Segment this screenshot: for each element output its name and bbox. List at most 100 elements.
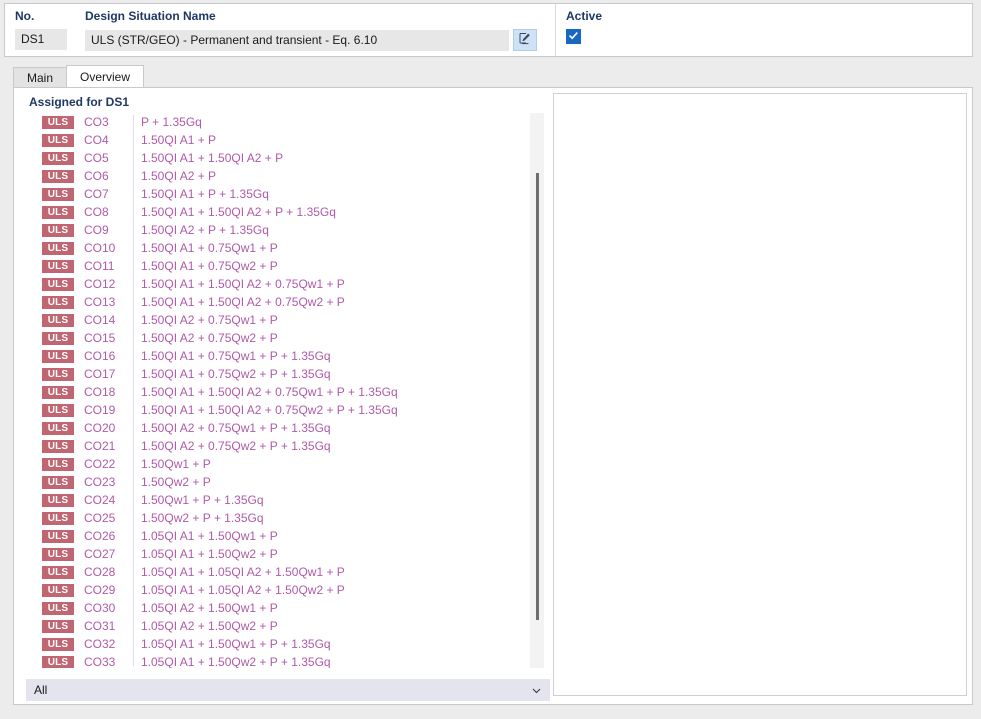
load-combination-formula: 1.50Qw2 + P + 1.35Gq xyxy=(141,511,264,525)
load-combination-formula: 1.50QI A2 + P xyxy=(141,169,216,183)
table-row[interactable]: ULSCO331.05QI A1 + 1.50Qw2 + P + 1.35Gq xyxy=(20,653,526,668)
details-panel xyxy=(553,93,967,696)
table-row[interactable]: ULSCO271.05QI A1 + 1.50Qw2 + P xyxy=(20,545,526,563)
limit-state-badge: ULS xyxy=(42,584,74,597)
check-icon xyxy=(568,30,579,44)
load-combination-formula: 1.50QI A1 + P + 1.35Gq xyxy=(141,187,269,201)
table-row[interactable]: ULSCO61.50QI A2 + P xyxy=(20,167,526,185)
table-row[interactable]: ULSCO111.50QI A1 + 0.75Qw2 + P xyxy=(20,257,526,275)
tab-main[interactable]: Main xyxy=(13,67,67,87)
assigned-rows: ULSCO3P + 1.35GqULSCO41.50QI A1 + PULSCO… xyxy=(20,113,526,668)
load-combination-id: CO6 xyxy=(84,169,136,183)
load-combination-formula: 1.05QI A1 + 1.50Qw2 + P xyxy=(141,547,278,561)
filter-value: All xyxy=(34,683,530,697)
table-row[interactable]: ULS CO15 1.50QI A2 + 0.75Qw2 + P xyxy=(20,329,526,347)
load-combination-id: CO33 xyxy=(84,655,136,668)
design-situation-name-field[interactable]: ULS (STR/GEO) - Permanent and transient … xyxy=(85,30,509,51)
load-combination-formula: 1.50QI A2 + 0.75Qw2 + P xyxy=(141,331,278,345)
load-combination-formula: 1.50QI A1 + 1.50QI A2 + P xyxy=(141,151,283,165)
table-row[interactable]: ULSCO301.05QI A2 + 1.50Qw1 + P xyxy=(20,599,526,617)
design-situation-name-label: Design Situation Name xyxy=(85,8,547,24)
table-row[interactable]: ULSCO91.50QI A2 + P + 1.35Gq xyxy=(20,221,526,239)
load-combination-id: CO29 xyxy=(84,583,136,597)
table-row[interactable]: ULSCO101.50QI A1 + 0.75Qw1 + P xyxy=(20,239,526,257)
scrollbar-thumb[interactable] xyxy=(536,173,539,620)
load-combination-id: CO7 xyxy=(84,187,136,201)
load-combination-id: CO16 xyxy=(84,349,136,363)
table-row[interactable]: ULSCO81.50QI A1 + 1.50QI A2 + P + 1.35Gq xyxy=(20,203,526,221)
chevron-down-icon xyxy=(530,684,542,696)
limit-state-badge: ULS xyxy=(42,494,74,507)
assigned-list-title: Assigned for DS1 xyxy=(20,93,544,113)
table-row[interactable]: ULSCO221.50Qw1 + P xyxy=(20,455,526,473)
load-combination-id: CO24 xyxy=(84,493,136,507)
table-row[interactable]: ULSCO131.50QI A1 + 1.50QI A2 + 0.75Qw2 +… xyxy=(20,293,526,311)
limit-state-badge: ULS xyxy=(42,368,74,381)
active-column: Active xyxy=(555,4,755,56)
load-combination-formula: 1.50QI A1 + 1.50QI A2 + 0.75Qw1 + P xyxy=(141,277,345,291)
load-combination-formula: 1.05QI A1 + 1.05QI A2 + 1.50Qw1 + P xyxy=(141,565,345,579)
load-combination-formula: 1.50QI A2 + 0.75Qw1 + P xyxy=(141,313,278,327)
load-combination-id: CO9 xyxy=(84,223,136,237)
limit-state-badge: ULS xyxy=(42,620,74,633)
table-row[interactable]: ULSCO211.50QI A2 + 0.75Qw2 + P + 1.35Gq xyxy=(20,437,526,455)
load-combination-id: CO13 xyxy=(84,295,136,309)
load-combination-id: CO19 xyxy=(84,403,136,417)
pencil-edit-icon xyxy=(518,32,532,49)
edit-button[interactable] xyxy=(513,29,537,51)
table-row[interactable]: ULSCO281.05QI A1 + 1.05QI A2 + 1.50Qw1 +… xyxy=(20,563,526,581)
load-combination-id: CO4 xyxy=(84,133,136,147)
load-combination-formula: 1.50QI A1 + 1.50QI A2 + P + 1.35Gq xyxy=(141,205,336,219)
table-row[interactable]: ULSCO201.50QI A2 + 0.75Qw1 + P + 1.35Gq xyxy=(20,419,526,437)
table-row[interactable]: ULSCO191.50QI A1 + 1.50QI A2 + 0.75Qw2 +… xyxy=(20,401,526,419)
load-combination-formula: P + 1.35Gq xyxy=(141,115,202,129)
table-row[interactable]: ULSCO181.50QI A1 + 1.50QI A2 + 0.75Qw1 +… xyxy=(20,383,526,401)
table-row[interactable]: ULSCO171.50QI A1 + 0.75Qw2 + P + 1.35Gq xyxy=(20,365,526,383)
load-combination-formula: 1.05QI A2 + 1.50Qw1 + P xyxy=(141,601,278,615)
load-combination-id: CO20 xyxy=(84,421,136,435)
table-row[interactable]: ULSCO121.50QI A1 + 1.50QI A2 + 0.75Qw1 +… xyxy=(20,275,526,293)
load-combination-id: CO25 xyxy=(84,511,136,525)
limit-state-badge: ULS xyxy=(42,278,74,291)
load-combination-formula: 1.50Qw1 + P + 1.35Gq xyxy=(141,493,264,507)
limit-state-badge: ULS xyxy=(42,332,74,345)
limit-state-badge: ULS xyxy=(42,638,74,651)
table-row[interactable]: ULSCO161.50QI A1 + 0.75Qw1 + P + 1.35Gq xyxy=(20,347,526,365)
tab-overview[interactable]: Overview xyxy=(66,65,144,87)
table-row[interactable]: ULS CO24 1.50Qw1 + P + 1.35Gq xyxy=(20,491,526,509)
table-row[interactable]: ULSCO291.05QI A1 + 1.05QI A2 + 1.50Qw2 +… xyxy=(20,581,526,599)
table-row[interactable]: ULSCO311.05QI A2 + 1.50Qw2 + P xyxy=(20,617,526,635)
limit-state-badge: ULS xyxy=(42,566,74,579)
limit-state-badge: ULS xyxy=(42,440,74,453)
load-combination-formula: 1.50QI A1 + 1.50QI A2 + 0.75Qw2 + P xyxy=(141,295,345,309)
table-row[interactable]: ULSCO261.05QI A1 + 1.50Qw1 + P xyxy=(20,527,526,545)
active-checkbox[interactable] xyxy=(566,29,581,44)
table-row[interactable]: ULSCO321.05QI A1 + 1.50Qw1 + P + 1.35Gq xyxy=(20,635,526,653)
no-label: No. xyxy=(15,8,67,24)
load-combination-id: CO8 xyxy=(84,205,136,219)
load-combination-formula: 1.50QI A1 + 0.75Qw2 + P + 1.35Gq xyxy=(141,367,331,381)
table-row[interactable]: ULSCO41.50QI A1 + P xyxy=(20,131,526,149)
table-row[interactable]: ULS CO7 1.50QI A1 + P + 1.35Gq xyxy=(20,185,526,203)
assigned-list-panel: Assigned for DS1 ULSCO3P + 1.35GqULSCO41… xyxy=(20,93,544,698)
limit-state-badge: ULS xyxy=(42,116,74,129)
table-row[interactable]: ULSCO231.50Qw2 + P xyxy=(20,473,526,491)
table-row[interactable]: ULSCO3P + 1.35Gq xyxy=(20,113,526,131)
table-row[interactable]: ULSCO141.50QI A2 + 0.75Qw1 + P xyxy=(20,311,526,329)
load-combination-id: CO32 xyxy=(84,637,136,651)
load-combination-formula: 1.50QI A1 + 1.50QI A2 + 0.75Qw2 + P + 1.… xyxy=(141,403,398,417)
load-combination-id: CO15 xyxy=(84,331,136,345)
load-combination-id: CO23 xyxy=(84,475,136,489)
limit-state-badge: ULS xyxy=(42,188,74,201)
table-row[interactable]: ULSCO51.50QI A1 + 1.50QI A2 + P xyxy=(20,149,526,167)
load-combination-formula: 1.50QI A2 + 0.75Qw1 + P + 1.35Gq xyxy=(141,421,331,435)
assigned-list-box: ULSCO3P + 1.35GqULSCO41.50QI A1 + PULSCO… xyxy=(20,113,544,668)
tab-content-overview: Assigned for DS1 ULSCO3P + 1.35GqULSCO41… xyxy=(13,87,973,705)
limit-state-badge: ULS xyxy=(42,350,74,363)
list-scrollbar[interactable] xyxy=(530,113,544,668)
filter-combobox[interactable]: All xyxy=(26,679,550,701)
limit-state-badge: ULS xyxy=(42,314,74,327)
table-row[interactable]: ULSCO251.50Qw2 + P + 1.35Gq xyxy=(20,509,526,527)
no-field[interactable]: DS1 xyxy=(15,29,67,50)
load-combination-id: CO5 xyxy=(84,151,136,165)
